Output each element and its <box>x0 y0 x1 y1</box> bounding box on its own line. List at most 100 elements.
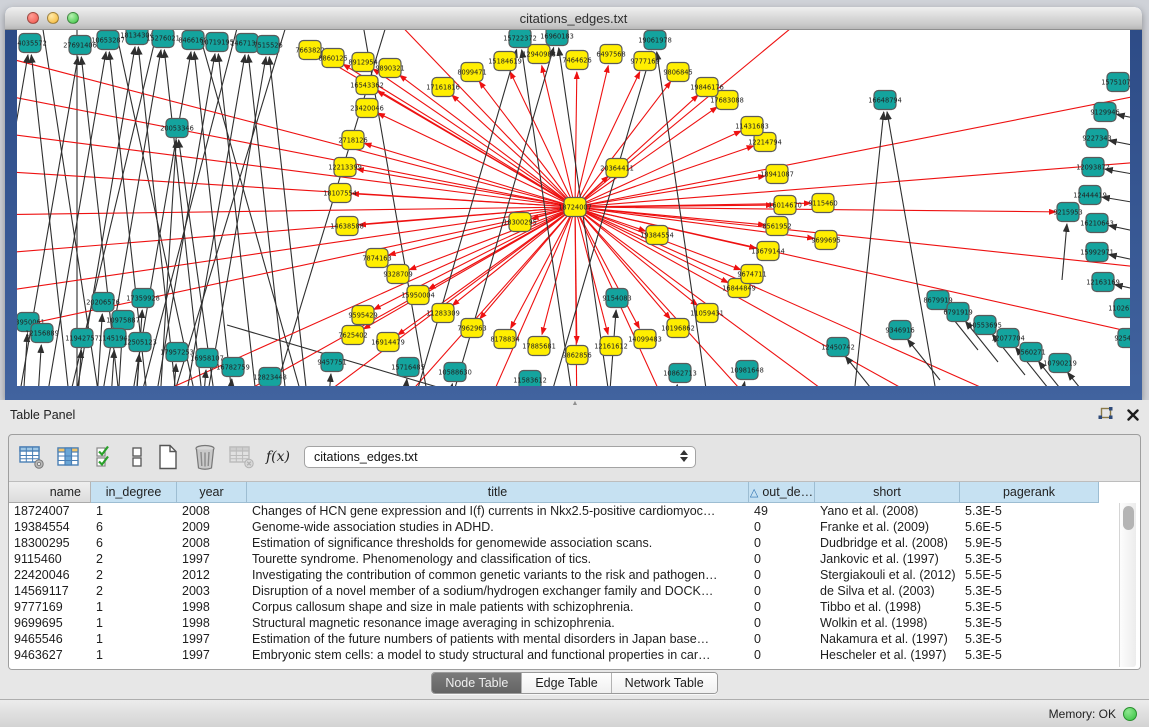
table-cell[interactable]: 2009 <box>177 519 247 535</box>
citation-edge-red[interactable] <box>575 72 640 207</box>
table-source-select[interactable]: citations_edges.txt <box>304 446 696 468</box>
graph-node-teal[interactable]: 9154083 <box>602 289 631 308</box>
graph-node-yellow[interactable]: 16914479 <box>371 333 405 352</box>
graph-node-yellow[interactable]: 9674711 <box>737 265 766 284</box>
select-columns-checklist-icon[interactable] <box>93 444 119 470</box>
panel-splitter-handle[interactable]: ▲ <box>569 401 581 407</box>
tab-node-table[interactable]: Node Table <box>432 673 522 693</box>
table-cell[interactable]: 0 <box>749 631 815 647</box>
table-cell[interactable]: Dudbridge et al. (2008) <box>815 535 960 551</box>
column-header-title[interactable]: title <box>247 482 749 503</box>
graph-node-yellow[interactable]: 11059431 <box>690 304 724 323</box>
table-cell[interactable]: 1 <box>91 503 177 519</box>
tab-network-table[interactable]: Network Table <box>612 673 717 693</box>
table-cell[interactable]: 18300295 <box>9 535 91 551</box>
citation-edge-black[interactable] <box>227 379 232 386</box>
graph-node-yellow[interactable]: 7464626 <box>562 51 591 70</box>
graph-node-teal[interactable]: 10862713 <box>663 364 697 383</box>
graph-node-yellow[interactable]: 8860125 <box>318 49 347 68</box>
table-cell[interactable]: 0 <box>749 567 815 583</box>
graph-node-yellow[interactable]: 15184619 <box>488 52 522 71</box>
graph-node-yellow[interactable]: 11283309 <box>426 304 460 323</box>
graph-node-yellow[interactable]: 12161612 <box>594 337 628 356</box>
scrollbar-thumb[interactable] <box>1123 506 1134 530</box>
table-row[interactable]: 969969511998Structural magnetic resonanc… <box>9 615 1140 631</box>
graph-node-teal[interactable]: 7515526 <box>253 36 282 55</box>
table-row[interactable]: 946362711997Embryonic stem cells: a mode… <box>9 647 1140 663</box>
graph-node-teal[interactable]: 20053346 <box>160 119 194 138</box>
table-cell[interactable]: Nakamura et al. (1997) <box>815 631 960 647</box>
table-cell[interactable]: 6 <box>91 535 177 551</box>
graph-node-yellow[interactable]: 9777169 <box>630 52 659 71</box>
row-height-icon[interactable] <box>130 444 144 470</box>
graph-node-teal[interactable]: 11942757 <box>65 329 99 348</box>
graph-node-yellow[interactable]: 8099471 <box>457 63 486 82</box>
citation-edge-black[interactable] <box>198 57 266 386</box>
table-cell[interactable]: 2008 <box>177 503 247 519</box>
graph-node-teal[interactable]: 15992971 <box>1080 243 1114 262</box>
graph-node-yellow[interactable]: 12213399 <box>328 158 362 177</box>
citation-edge-red[interactable] <box>575 72 577 207</box>
table-cell[interactable]: 9777169 <box>9 599 91 615</box>
table-cell[interactable]: Investigating the contribution of common… <box>247 567 749 583</box>
table-cell[interactable]: 2 <box>91 567 177 583</box>
citation-edge-black[interactable] <box>667 385 677 386</box>
graph-node-teal[interactable]: 17359928 <box>126 289 160 308</box>
graph-node-yellow[interactable]: 17885681 <box>522 337 556 356</box>
graph-node-yellow[interactable]: 14638588 <box>330 217 364 236</box>
graph-node-yellow[interactable]: 7874163 <box>362 249 391 268</box>
table-cell[interactable]: 5.3E-5 <box>960 615 1099 631</box>
graph-node-yellow[interactable]: 7625402 <box>338 326 367 345</box>
graph-node-yellow[interactable]: 8561952 <box>762 217 791 236</box>
graph-node-teal[interactable]: 11026753 <box>1108 299 1130 318</box>
table-cell[interactable]: Corpus callosum shape and size in male p… <box>247 599 749 615</box>
graph-node-yellow[interactable]: 9328709 <box>383 265 412 284</box>
table-cell[interactable]: 0 <box>749 599 815 615</box>
graph-node-teal[interactable]: 15751074 <box>1101 73 1130 92</box>
citation-edge-red[interactable] <box>373 69 575 207</box>
table-cell[interactable]: 0 <box>749 647 815 663</box>
graph-node-teal[interactable]: 12450742 <box>821 338 855 357</box>
table-cell[interactable]: 2008 <box>177 535 247 551</box>
graph-node-yellow[interactable]: 6497568 <box>596 45 625 64</box>
delete-trash-icon[interactable] <box>192 444 218 470</box>
minimize-window-button[interactable] <box>47 12 59 24</box>
table-cell[interactable]: 9115460 <box>9 551 91 567</box>
network-canvas[interactable]: 1872400716014670189410871221479411431683… <box>17 30 1130 386</box>
citation-edge-red[interactable] <box>452 95 575 207</box>
table-cell[interactable]: Structural magnetic resonance image aver… <box>247 615 749 631</box>
graph-node-yellow[interactable]: 17161816 <box>426 78 460 97</box>
citation-edge-black[interactable] <box>36 345 41 386</box>
column-header-year[interactable]: year <box>177 482 247 503</box>
citation-edge-black[interactable] <box>109 350 114 386</box>
table-cell[interactable]: 1998 <box>177 615 247 631</box>
select-column-icon[interactable] <box>56 444 82 470</box>
table-row[interactable]: 1830029562008Estimation of significance … <box>9 535 1140 551</box>
graph-node-teal[interactable]: 11583612 <box>513 371 547 387</box>
table-cell[interactable]: Hescheler et al. (1997) <box>815 647 960 663</box>
table-cell[interactable]: 2012 <box>177 567 247 583</box>
graph-node-teal[interactable]: 16960183 <box>540 30 574 46</box>
citation-network-graph[interactable]: 1872400716014670189410871221479411431683… <box>17 30 1130 386</box>
table-cell[interactable]: 1998 <box>177 599 247 615</box>
table-cell[interactable]: 1 <box>91 599 177 615</box>
citation-edge-black[interactable] <box>157 30 297 386</box>
new-table-icon[interactable] <box>155 444 181 470</box>
table-row[interactable]: 946554611997Estimation of the future num… <box>9 631 1140 647</box>
table-cell[interactable]: Changes of HCN gene expression and I(f) … <box>247 503 749 519</box>
graph-node-teal[interactable]: 10790219 <box>1043 354 1077 373</box>
graph-node-yellow[interactable]: 9806845 <box>663 63 692 82</box>
graph-node-yellow[interactable]: 9595429 <box>348 306 377 325</box>
citation-edge-black[interactable] <box>1109 226 1130 238</box>
graph-node-teal[interactable]: 9346916 <box>885 321 914 340</box>
citation-edge-black[interactable] <box>442 384 452 386</box>
table-row[interactable]: 911546021997Tourette syndrome. Phenomeno… <box>9 551 1140 567</box>
graph-node-yellow[interactable]: 8178834 <box>490 330 519 349</box>
graph-node-yellow[interactable]: 8912954 <box>348 53 377 72</box>
citation-edge-red[interactable] <box>575 107 717 207</box>
table-cell[interactable]: Yano et al. (2008) <box>815 503 960 519</box>
table-cell[interactable]: 2 <box>91 583 177 599</box>
citation-edge-black[interactable] <box>855 112 884 386</box>
table-cell[interactable]: 2003 <box>177 583 247 599</box>
window-titlebar[interactable]: citations_edges.txt <box>5 7 1142 30</box>
